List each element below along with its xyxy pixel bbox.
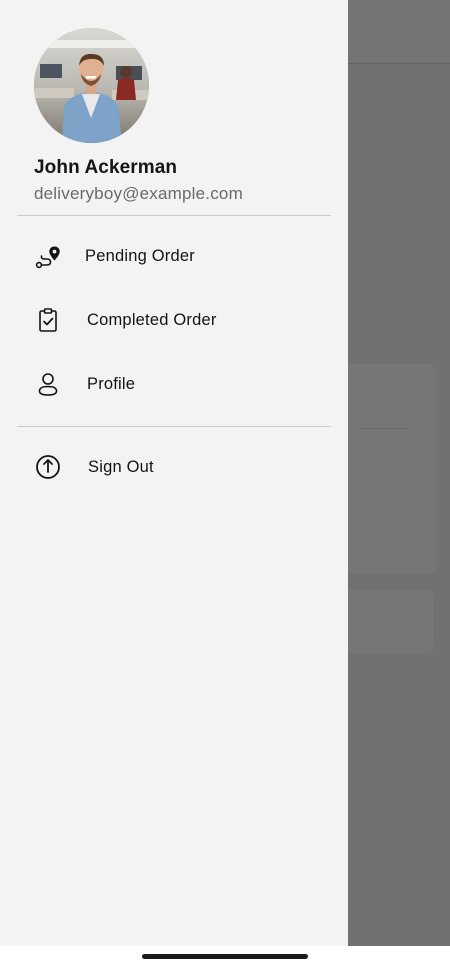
- menu-item-label: Completed Order: [87, 310, 217, 329]
- menu-item-pending-order[interactable]: Pending Order: [17, 228, 331, 284]
- avatar-photo: [34, 28, 149, 143]
- sign-out-button[interactable]: Sign Out: [17, 439, 331, 495]
- menu-item-label: Pending Order: [85, 246, 195, 265]
- route-pin-icon: [34, 242, 62, 270]
- menu-divider: [17, 426, 331, 427]
- menu-item-profile[interactable]: Profile: [17, 356, 331, 412]
- menu-item-label: Profile: [87, 374, 136, 393]
- header-divider: [17, 215, 331, 216]
- menu-item-completed-order[interactable]: Completed Order: [17, 292, 331, 348]
- sign-out-label: Sign Out: [88, 457, 154, 476]
- home-indicator[interactable]: [142, 954, 308, 959]
- clipboard-check-icon: [34, 306, 62, 334]
- navigation-drawer: John Ackerman deliveryboy@example.com Pe…: [0, 0, 348, 946]
- person-icon: [34, 370, 62, 398]
- user-name: John Ackerman: [34, 157, 178, 178]
- user-email: deliveryboy@example.com: [34, 184, 243, 203]
- power-icon: [34, 453, 62, 481]
- avatar[interactable]: [34, 28, 149, 143]
